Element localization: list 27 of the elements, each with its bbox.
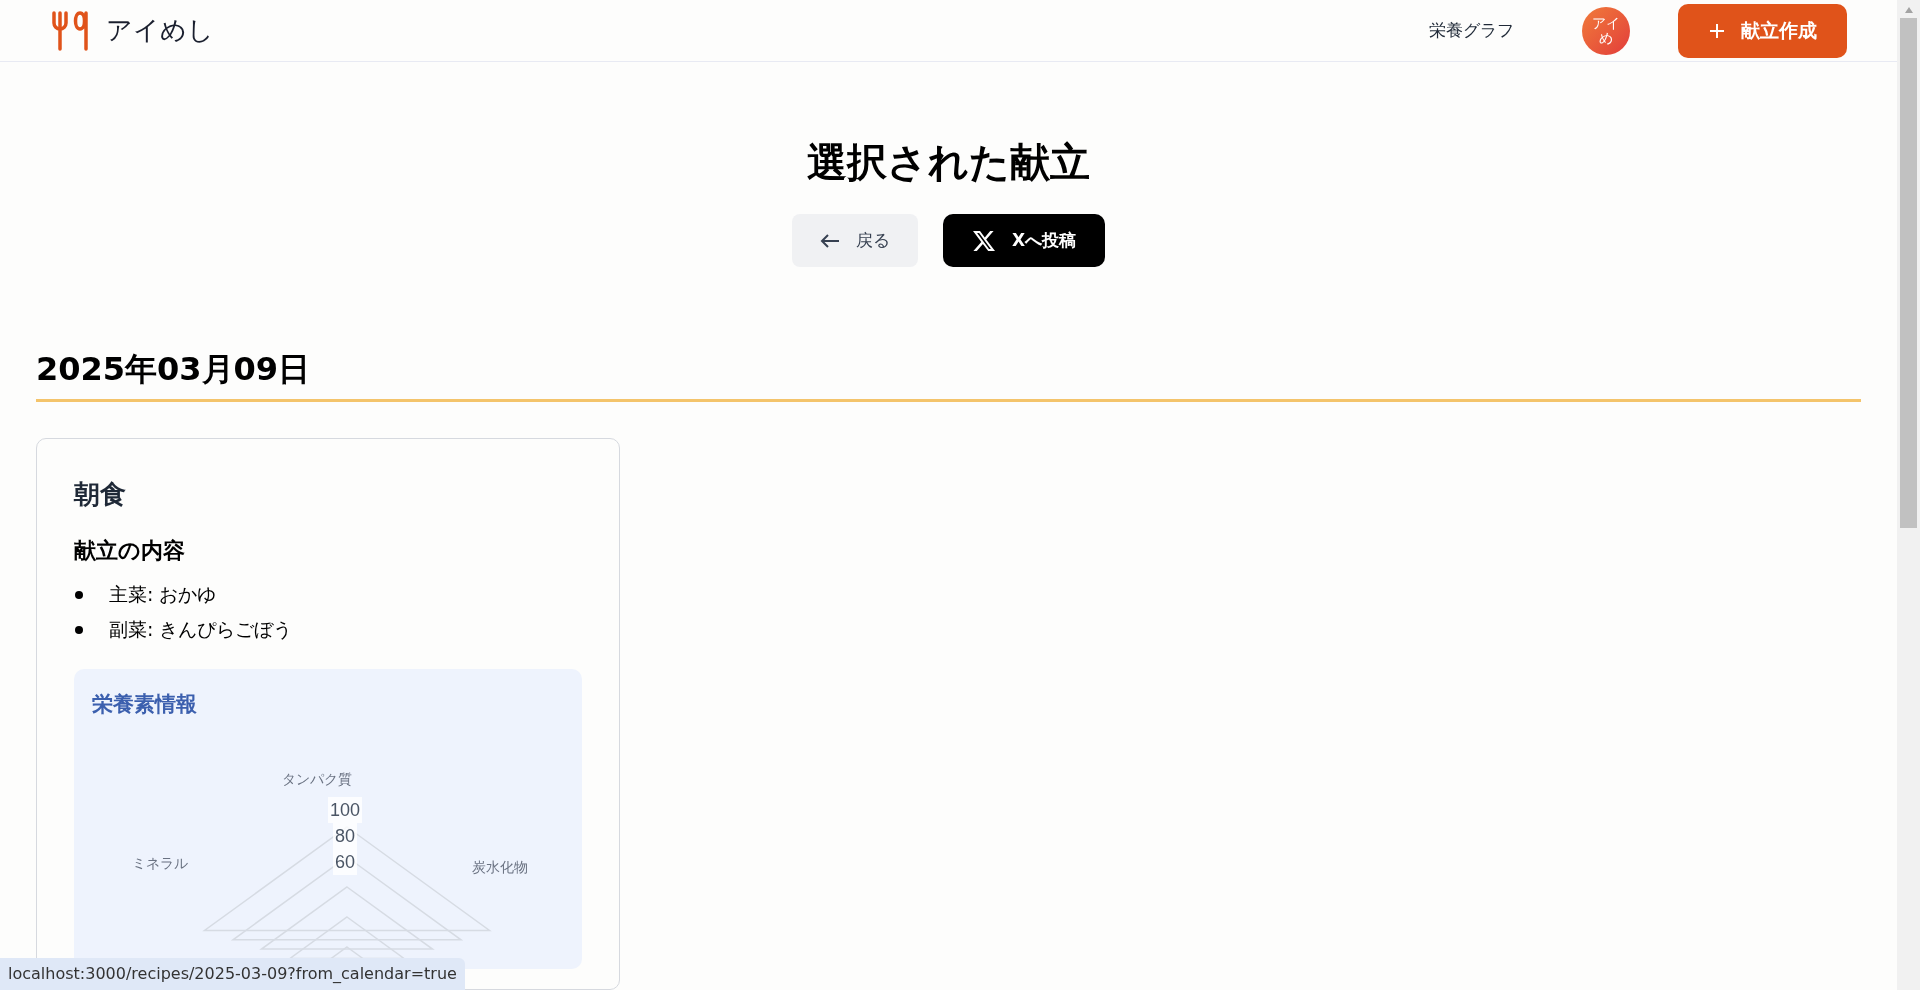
tick-label: 100	[328, 796, 363, 823]
axis-label: タンパク質	[282, 769, 352, 789]
page-title: 選択された献立	[806, 138, 1091, 187]
date-heading: 2025年03月09日	[36, 345, 1861, 402]
nutrition-heading: 栄養素情報	[92, 691, 198, 718]
axis-label: 炭水化物	[472, 857, 528, 877]
status-bar-url: localhost:3000/recipes/2025-03-09?from_calendar=true	[0, 958, 465, 990]
scroll-up-icon[interactable]	[1903, 6, 1914, 14]
bullet-icon	[75, 625, 83, 634]
plus-icon	[1708, 22, 1725, 39]
meal-title: 朝食	[74, 478, 127, 511]
avatar[interactable]: アイめ	[1582, 6, 1630, 55]
create-menu-button[interactable]: 献立作成	[1678, 3, 1847, 58]
x-logo-icon	[971, 228, 996, 253]
logo-text[interactable]: アイめし	[106, 11, 214, 50]
tick-label: 80	[333, 822, 358, 849]
nav-link[interactable]: 栄養グラフ	[1429, 17, 1514, 44]
dish-item: 副菜: きんぴらごぼう	[109, 617, 293, 642]
arrow-left-icon	[820, 232, 840, 249]
scroll-thumb[interactable]	[1900, 18, 1917, 528]
bullet-icon	[75, 590, 83, 599]
dish-item: 主菜: おかゆ	[109, 582, 217, 607]
axis-label: ミネラル	[132, 853, 188, 873]
back-button[interactable]: 戻る	[792, 214, 918, 267]
post-to-x-button[interactable]: Xへ投稿	[943, 214, 1105, 267]
tick-label: 60	[333, 848, 358, 875]
contents-heading: 献立の内容	[74, 537, 186, 565]
